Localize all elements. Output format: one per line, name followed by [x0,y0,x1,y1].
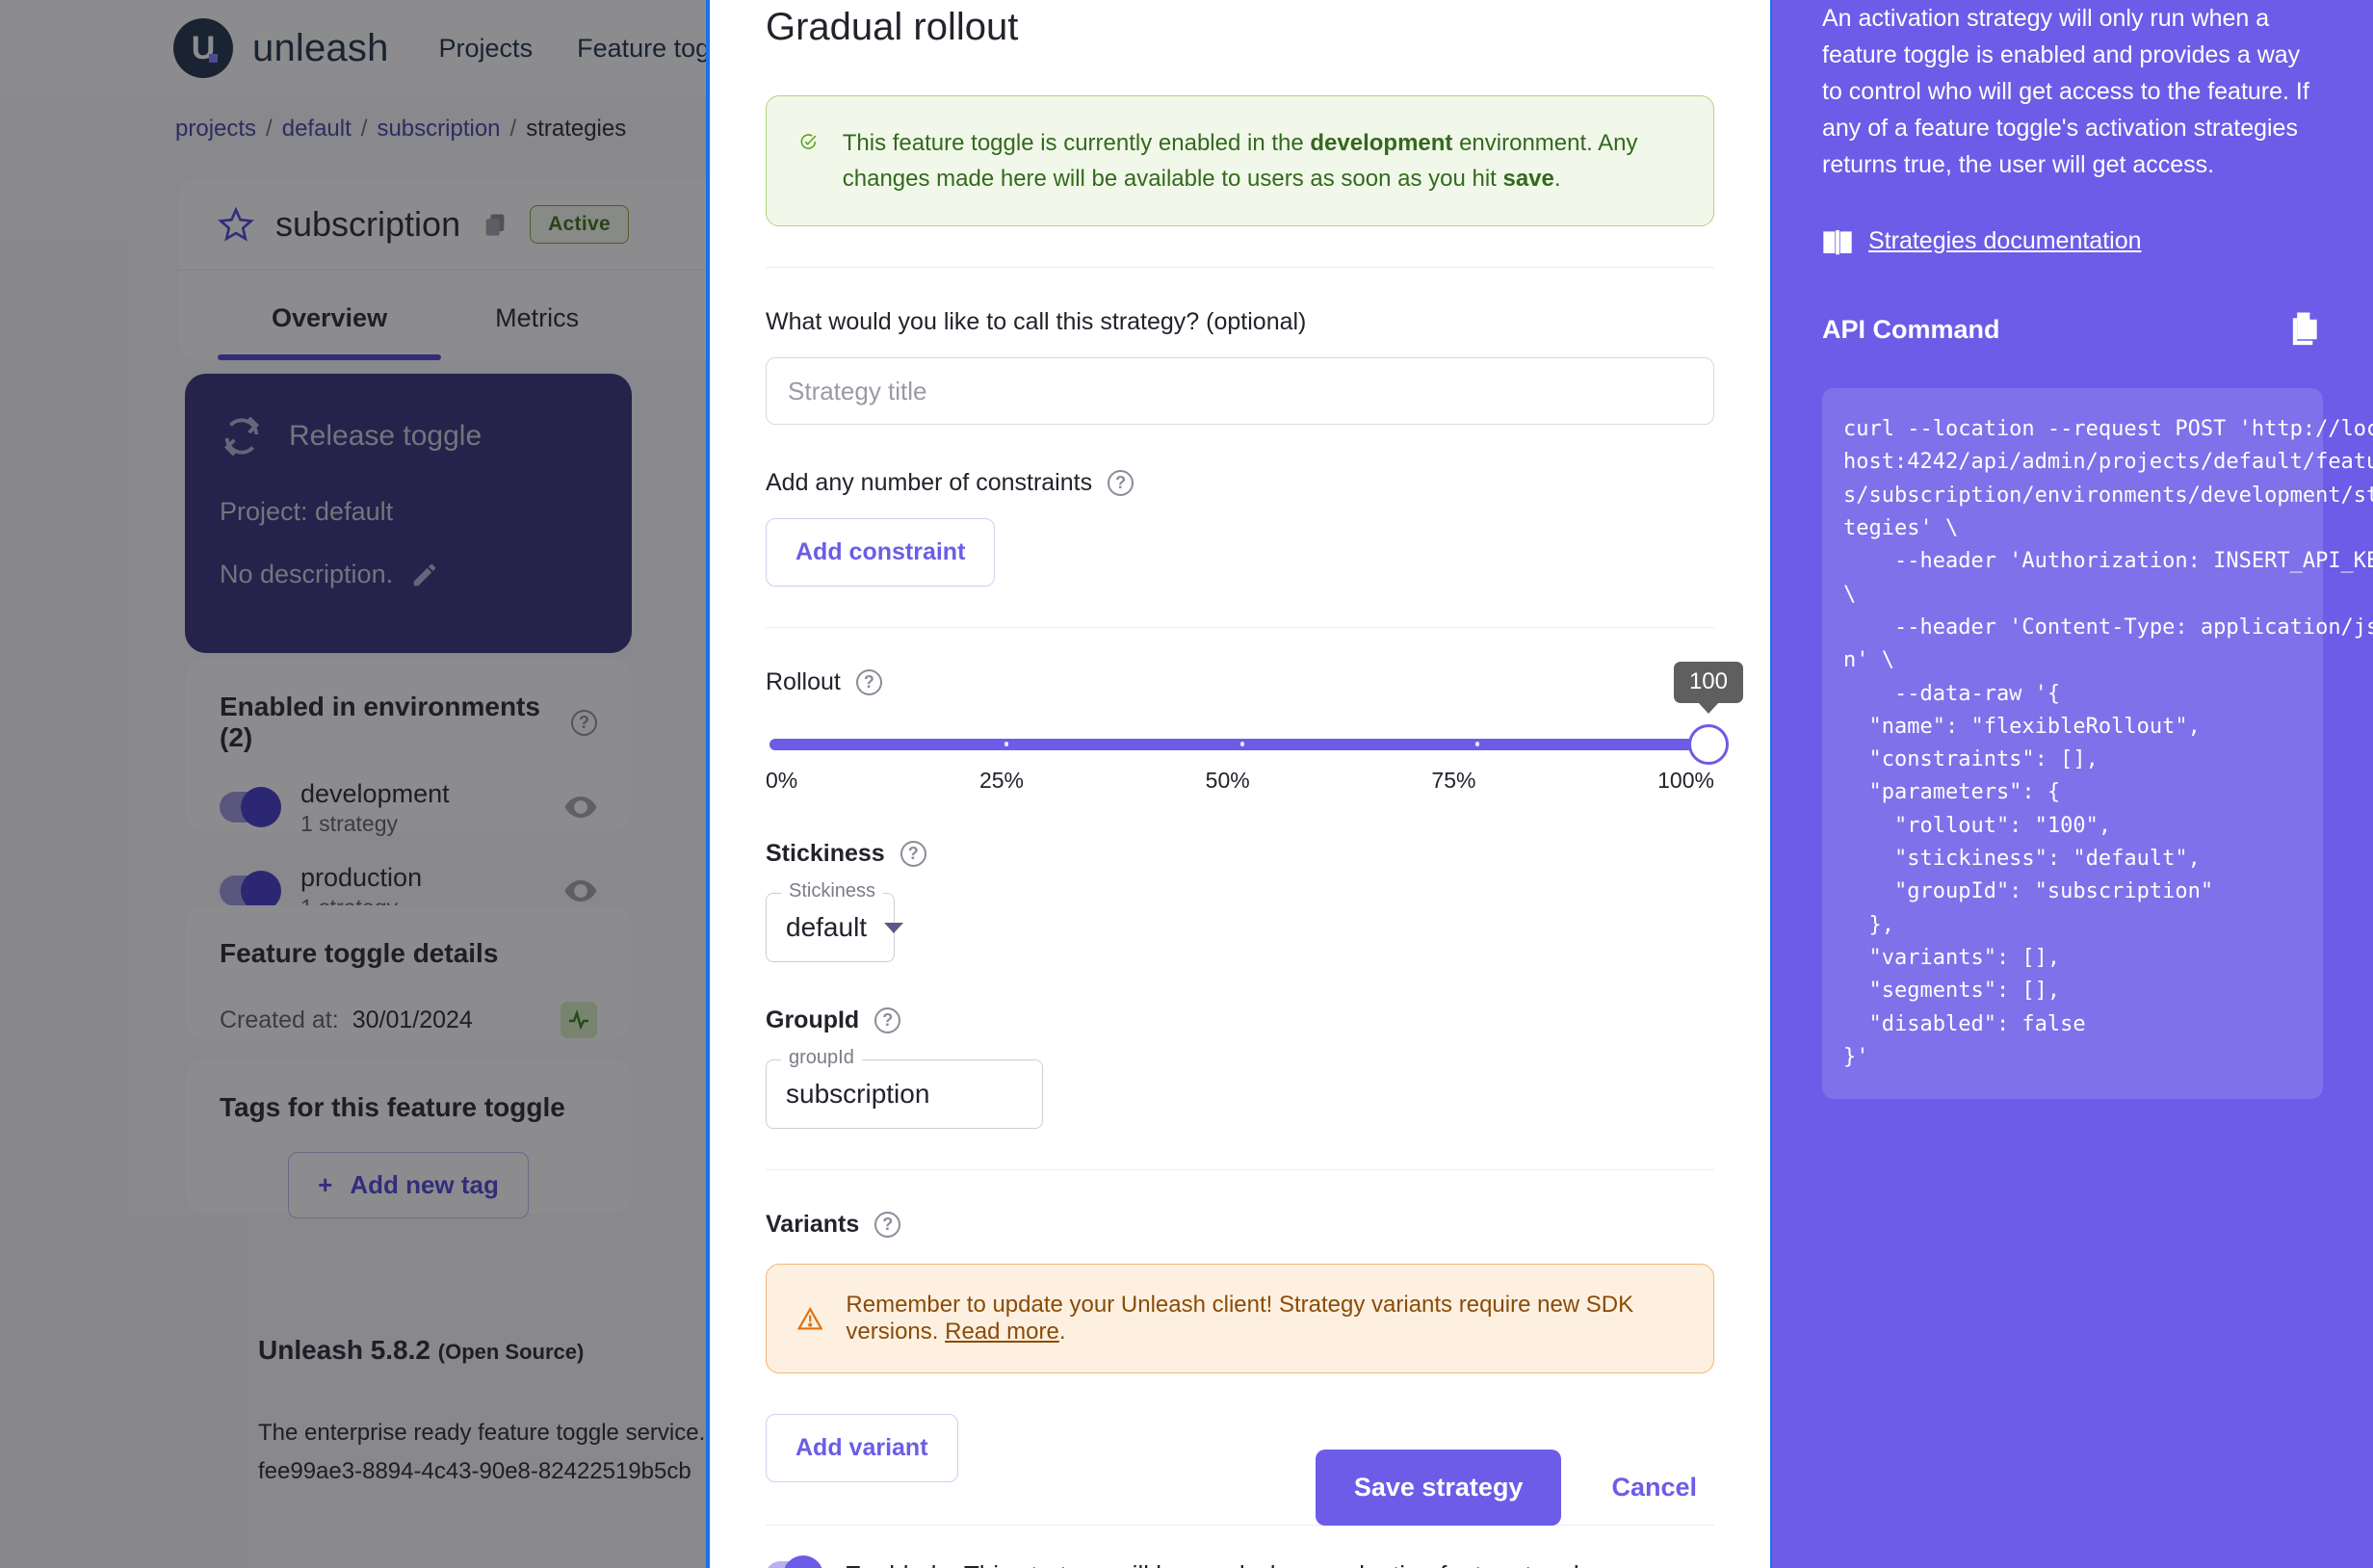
variants-label-row: Variants ? [766,1211,1714,1239]
divider [766,267,1714,269]
help-icon[interactable]: ? [874,1007,901,1034]
slider-tick-mark [1004,742,1009,747]
help-icon[interactable]: ? [874,1212,901,1239]
help-icon[interactable]: ? [855,669,882,696]
slider-tick-0: 0% [766,768,798,794]
app-screen: U unleash Projects Feature toggles Pl pr… [0,0,2373,1568]
variants-label: Variants [766,1211,860,1239]
slider-tick-labels: 0% 25% 50% 75% 100% [766,768,1714,794]
alert-post: . [1553,166,1561,193]
slider-track[interactable]: 100 [769,662,1743,766]
divider [766,1169,1714,1171]
stickiness-value: default [786,912,868,943]
stickiness-field-legend: Stickiness [781,880,884,903]
api-command-code[interactable]: curl --location --request POST 'http://l… [1822,388,2373,1100]
strategy-enabled-row: Enabled – This strategy will be used whe… [766,1555,1714,1568]
enabled-environment-alert: This feature toggle is currently enabled… [766,95,1714,227]
alert-text: This feature toggle is currently enabled… [843,125,1681,196]
groupid-field-legend: groupId [781,1047,862,1070]
slider-tick-50: 50% [1205,768,1250,794]
modal-title: Gradual rollout [766,6,1019,48]
divider [766,627,1714,629]
api-command-title: API Command [1822,314,2000,344]
cancel-button[interactable]: Cancel [1594,1450,1714,1526]
strategies-documentation-link[interactable]: Strategies documentation [1868,227,2142,255]
rollout-label: Rollout [766,668,841,696]
warning-triangle-icon [797,1307,823,1330]
slider-tick-75: 75% [1431,768,1476,794]
strategy-name-label: What would you like to call this strateg… [766,308,1307,336]
groupid-value[interactable]: subscription [786,1079,929,1110]
check-circle-icon [800,134,817,149]
help-icon[interactable]: ? [900,841,926,868]
strategy-enabled-toggle[interactable] [766,1555,823,1568]
strategy-description: An activation strategy will only run whe… [1822,5,2309,178]
constraints-label: Add any number of constraints [766,469,1093,497]
chevron-down-icon [884,922,904,933]
read-more-link[interactable]: Read more [945,1319,1059,1345]
slider-tick-100: 100% [1657,768,1714,794]
stickiness-label: Stickiness [766,840,885,868]
slider-tick-mark [1239,742,1244,747]
help-icon[interactable]: ? [1108,470,1134,497]
gradual-rollout-modal: Gradual rollout This feature toggle is c… [706,0,1772,1568]
strategy-info-panel: An activation strategy will only run whe… [1772,0,2373,1568]
save-strategy-button[interactable]: Save strategy [1315,1450,1562,1526]
documentation-link-row[interactable]: Strategies documentation [1822,227,2323,255]
slider-tick-mark [1474,742,1479,747]
stickiness-label-row: Stickiness ? [766,840,1714,868]
variants-warning-alert: Remember to update your Unleash client! … [766,1264,1714,1374]
variants-warning-end: . [1058,1319,1066,1346]
strategy-title-input[interactable] [766,357,1714,426]
book-icon [1823,229,1852,254]
rollout-slider[interactable]: 100 0% 25% 50% 75% 100% [766,662,1743,801]
groupid-label-row: GroupId ? [766,1006,1714,1034]
alert-environment: development [1310,130,1453,156]
copy-icon[interactable] [2288,311,2323,348]
slider-value-tooltip: 100 [1673,662,1743,704]
alert-pre: This feature toggle is currently enabled… [842,130,1311,156]
variants-warning-text: Remember to update your Unleash client! … [846,1292,1682,1346]
add-constraint-button[interactable]: Add constraint [766,518,996,588]
modal-action-bar: Save strategy Cancel [766,1450,1714,1526]
api-command-header: API Command [1822,311,2323,348]
groupid-label: GroupId [766,1006,860,1034]
constraints-label-row: Add any number of constraints ? [766,469,1714,497]
groupid-field[interactable]: groupId subscription [766,1047,1043,1130]
stickiness-select[interactable]: Stickiness default [766,880,904,963]
strategy-enabled-label: Enabled – This strategy will be used whe… [845,1560,1612,1568]
alert-save: save [1502,166,1554,193]
slider-thumb[interactable] [1688,724,1729,766]
rollout-label-row: Rollout ? [766,668,1714,696]
slider-tick-25: 25% [978,768,1024,794]
